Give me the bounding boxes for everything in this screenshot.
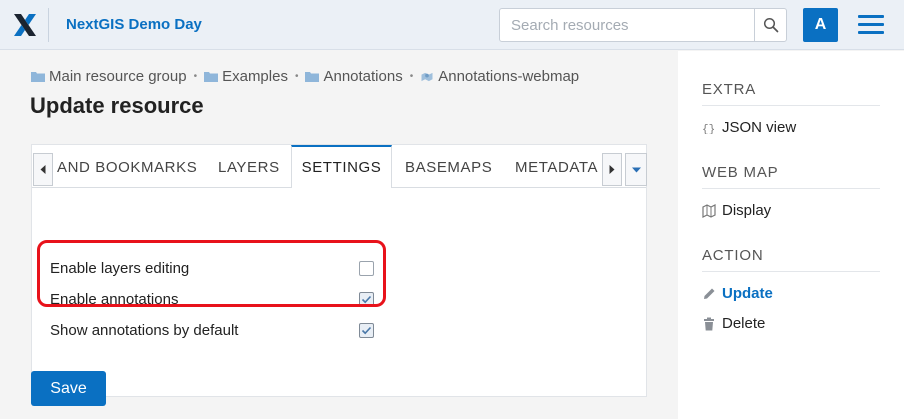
tab-basemaps[interactable]: BASEMAPS <box>405 145 492 188</box>
nextgis-logo-icon[interactable] <box>12 12 38 38</box>
breadcrumb-separator: • <box>409 71 414 82</box>
top-header: NextGIS Demo Day A <box>0 0 904 50</box>
main-content: Main resource group • Examples • Annotat… <box>0 51 678 419</box>
svg-text:{}: {} <box>702 124 715 134</box>
tab-layers[interactable]: LAYERS <box>218 145 280 188</box>
sidebar-item-label: Display <box>722 202 772 219</box>
tab-list: AND BOOKMARKS LAYERS SETTINGS BASEMAPS M… <box>54 145 602 188</box>
breadcrumb-label: Main resource group <box>49 68 187 85</box>
sidebar-section-extra: EXTRA <box>702 81 880 106</box>
sidebar-item-delete[interactable]: Delete <box>702 315 765 332</box>
chevron-right-icon <box>609 165 615 174</box>
tab-scroll-right-button[interactable] <box>602 153 622 186</box>
tab-bookmarks[interactable]: AND BOOKMARKS <box>57 145 197 188</box>
search-icon <box>763 17 778 33</box>
page-title: Update resource <box>30 93 204 118</box>
search-input[interactable] <box>500 9 756 41</box>
chevron-down-icon <box>631 167 641 172</box>
map-icon <box>702 203 716 218</box>
sidebar-section-action: ACTION <box>702 247 880 272</box>
tab-metadata[interactable]: METADATA <box>515 145 598 188</box>
tab-settings[interactable]: SETTINGS <box>291 145 392 188</box>
right-sidebar: EXTRA {} JSON view WEB MAP Display ACTIO… <box>678 51 904 419</box>
sidebar-item-json-view[interactable]: {} JSON view <box>702 119 796 136</box>
app-title[interactable]: NextGIS Demo Day <box>66 16 202 33</box>
show-annotations-default-checkbox[interactable] <box>359 323 374 338</box>
hamburger-menu-icon[interactable] <box>858 15 884 35</box>
json-icon: {} <box>702 121 716 135</box>
user-avatar-button[interactable]: A <box>803 8 838 42</box>
breadcrumb-item[interactable]: Annotations-webmap <box>420 68 579 85</box>
sidebar-section-web-map: WEB MAP <box>702 164 880 189</box>
annotation-highlight-box <box>37 240 386 307</box>
tab-bar: AND BOOKMARKS LAYERS SETTINGS BASEMAPS M… <box>32 145 647 188</box>
checkmark-icon <box>361 326 372 335</box>
setting-show-annotations-default: Show annotations by default <box>50 320 380 342</box>
sidebar-item-label: JSON view <box>722 119 797 136</box>
folder-icon <box>305 72 320 82</box>
sidebar-item-label: Update <box>722 285 773 302</box>
trash-icon <box>702 317 716 331</box>
search-box <box>499 8 787 42</box>
tab-scroll-left-button[interactable] <box>33 153 53 186</box>
breadcrumb: Main resource group • Examples • Annotat… <box>31 68 579 85</box>
folder-icon <box>204 72 219 82</box>
settings-panel: AND BOOKMARKS LAYERS SETTINGS BASEMAPS M… <box>31 144 647 397</box>
tab-menu-dropdown-button[interactable] <box>625 153 647 186</box>
sidebar-item-display[interactable]: Display <box>702 202 771 219</box>
save-button[interactable]: Save <box>31 371 106 406</box>
breadcrumb-label: Examples <box>222 68 288 85</box>
breadcrumb-separator: • <box>294 71 299 82</box>
chevron-left-icon <box>40 165 46 174</box>
setting-label: Show annotations by default <box>50 322 239 339</box>
breadcrumb-item[interactable]: Annotations <box>305 68 403 85</box>
folder-icon <box>31 72 45 82</box>
webmap-icon <box>421 72 433 82</box>
breadcrumb-separator: • <box>193 71 198 82</box>
breadcrumb-item[interactable]: Examples <box>204 68 288 85</box>
sidebar-item-update[interactable]: Update <box>702 285 773 302</box>
breadcrumb-label: Annotations-webmap <box>438 68 580 85</box>
breadcrumb-item[interactable]: Main resource group <box>31 68 187 85</box>
sidebar-item-label: Delete <box>722 315 766 332</box>
logo-divider <box>48 8 49 42</box>
pencil-icon <box>702 287 716 301</box>
breadcrumb-label: Annotations <box>323 68 403 85</box>
search-button[interactable] <box>754 9 786 41</box>
